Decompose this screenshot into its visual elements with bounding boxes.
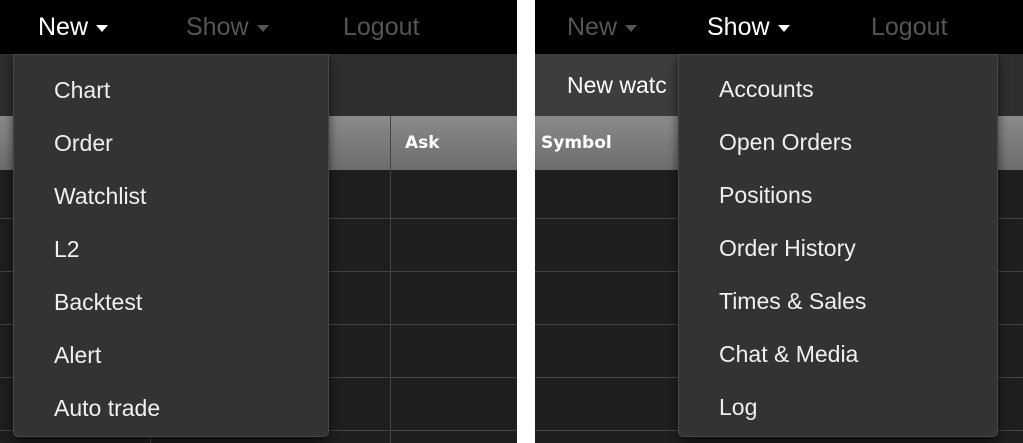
nav-show[interactable]: Show bbox=[186, 0, 269, 54]
menu-item-order-history[interactable]: Order History bbox=[679, 222, 997, 275]
menu-item-alert[interactable]: Alert bbox=[14, 329, 328, 382]
right-panel: New Show Logout New watc Symbol Accounts… bbox=[535, 0, 1023, 443]
menu-item-positions[interactable]: Positions bbox=[679, 169, 997, 222]
nav-logout-label: Logout bbox=[871, 13, 948, 41]
nav-new[interactable]: New bbox=[0, 0, 152, 54]
new-dropdown-menu: Chart Order Watchlist L2 Backtest Alert … bbox=[13, 54, 329, 437]
column-header-ask[interactable]: Ask bbox=[405, 116, 440, 170]
menu-item-chat-and-media[interactable]: Chat & Media bbox=[679, 328, 997, 381]
nav-show[interactable]: Show bbox=[678, 0, 840, 54]
nav-show-label: Show bbox=[707, 13, 770, 41]
menu-item-chart[interactable]: Chart bbox=[14, 64, 328, 117]
nav-new-label: New bbox=[567, 13, 618, 41]
caret-down-icon bbox=[256, 24, 269, 32]
menu-item-watchlist[interactable]: Watchlist bbox=[14, 170, 328, 223]
menu-item-open-orders[interactable]: Open Orders bbox=[679, 116, 997, 169]
menu-item-times-and-sales[interactable]: Times & Sales bbox=[679, 275, 997, 328]
menu-item-backtest[interactable]: Backtest bbox=[14, 276, 328, 329]
nav-logout[interactable]: Logout bbox=[871, 0, 947, 54]
grid-divider bbox=[390, 116, 391, 443]
nav-show-label: Show bbox=[186, 13, 249, 41]
nav-new-label: New bbox=[38, 13, 89, 41]
top-navbar: New Show Logout bbox=[0, 0, 517, 54]
menu-item-order[interactable]: Order bbox=[14, 117, 328, 170]
caret-down-icon bbox=[625, 24, 638, 32]
nav-new[interactable]: New bbox=[567, 0, 638, 54]
caret-down-icon bbox=[96, 24, 109, 32]
top-navbar: New Show Logout bbox=[535, 0, 1023, 54]
show-dropdown-menu: Accounts Open Orders Positions Order His… bbox=[678, 54, 998, 437]
menu-item-accounts[interactable]: Accounts bbox=[679, 63, 997, 116]
nav-logout[interactable]: Logout bbox=[343, 0, 419, 54]
menu-item-log[interactable]: Log bbox=[679, 381, 997, 434]
menu-item-auto-trade[interactable]: Auto trade bbox=[14, 382, 328, 435]
caret-down-icon bbox=[777, 24, 790, 32]
menu-item-l2[interactable]: L2 bbox=[14, 223, 328, 276]
left-panel: New Show Logout Ask Chart Order Watchlis… bbox=[0, 0, 517, 443]
column-header-symbol[interactable]: Symbol bbox=[541, 116, 612, 170]
nav-logout-label: Logout bbox=[343, 13, 420, 41]
